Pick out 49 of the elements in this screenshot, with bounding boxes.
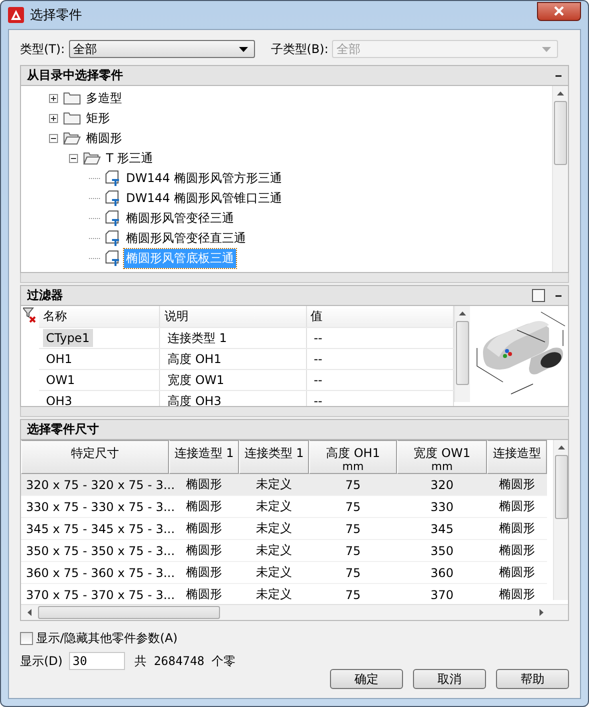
tree-item[interactable]: 多造型 xyxy=(84,88,124,108)
table-cell-text: 宽度 OW1 xyxy=(166,372,226,388)
table-cell-text: -- xyxy=(312,372,324,389)
tree-item[interactable]: T 形三通 xyxy=(104,148,156,168)
table-cell-text: 高度 OH1 xyxy=(166,350,222,368)
table-row[interactable]: 350 x 75 - 350 x 75 - 3... 椭圆形 未定义 75 350 椭圆形 xyxy=(21,540,547,562)
column-header[interactable]: 特定尺寸 xyxy=(21,440,169,474)
show-hide-checkbox[interactable]: 显示/隐藏其他零件参数(A) xyxy=(20,629,569,647)
table-cell-text: -- xyxy=(312,393,324,406)
table-row[interactable]: 320 x 75 - 320 x 75 - 3... 椭圆形 未定义 75 320 椭圆形 xyxy=(21,474,547,496)
collapse-button[interactable]: − xyxy=(552,68,564,82)
collapse-button[interactable]: − xyxy=(552,288,564,302)
dialog-button[interactable]: 帮助 xyxy=(496,669,569,689)
tree-item[interactable]: 椭圆形 xyxy=(84,128,124,148)
column-header[interactable]: 连接造型 xyxy=(487,440,547,474)
table-cell-text: OH3 xyxy=(45,393,74,406)
tree-item[interactable]: DW144 椭圆形风管方形三通 xyxy=(124,168,284,188)
panel-title: 从目录中选择零件 xyxy=(27,67,123,84)
table-cell: CType1 xyxy=(43,329,93,347)
table-cell-text: 连接类型 1 xyxy=(166,330,228,346)
dialog-button[interactable]: 取消 xyxy=(413,669,486,689)
panel-title: 选择零件尺寸 xyxy=(27,421,99,438)
table-cell-text: OH1 xyxy=(45,351,74,368)
table-row[interactable]: 345 x 75 - 345 x 75 - 3... 椭圆形 未定义 75 345 椭圆形 xyxy=(21,518,547,540)
table-cell-text: OW1 xyxy=(45,372,76,389)
subtype-label: 子类型(B): xyxy=(270,40,328,58)
total-count: 共 2684748 个零 xyxy=(134,652,236,670)
dialog-button[interactable]: 确定 xyxy=(330,669,403,689)
type-label: 类型(T): xyxy=(20,40,65,58)
column-header[interactable]: 说明 xyxy=(160,306,307,327)
type-dropdown[interactable]: 全部 xyxy=(68,40,255,58)
count-field[interactable]: 30 xyxy=(68,652,125,670)
display-label: 显示(D) xyxy=(20,652,63,670)
table-cell-text: -- xyxy=(312,351,324,368)
column-header[interactable]: 连接造型 1 xyxy=(169,440,239,474)
tree-item[interactable]: 矩形 xyxy=(84,108,112,128)
tree-item[interactable]: DW144 椭圆形风管锥口三通 xyxy=(124,188,284,208)
table-cell-text: 高度 OH3 xyxy=(166,392,222,406)
table-cell-text: -- xyxy=(312,330,324,347)
window-title: 选择零件 xyxy=(30,7,83,24)
column-header[interactable]: 名称 xyxy=(39,306,160,327)
table-row[interactable]: 360 x 75 - 360 x 75 - 3... 椭圆形 未定义 75 360 椭圆形 xyxy=(21,562,547,584)
tree-item[interactable]: 椭圆形风管变径三通 xyxy=(124,208,236,228)
column-header[interactable]: 宽度 OW1 mm xyxy=(397,440,487,474)
panel-title: 过滤器 xyxy=(27,287,63,304)
table-row[interactable]: 330 x 75 - 330 x 75 - 3... 椭圆形 未定义 75 330 椭圆形 xyxy=(21,496,547,518)
tree-item[interactable]: 椭圆形风管变径直三通 xyxy=(124,228,248,248)
column-header[interactable]: 高度 OH1 mm xyxy=(309,440,397,474)
column-header[interactable]: 连接类型 1 xyxy=(239,440,309,474)
